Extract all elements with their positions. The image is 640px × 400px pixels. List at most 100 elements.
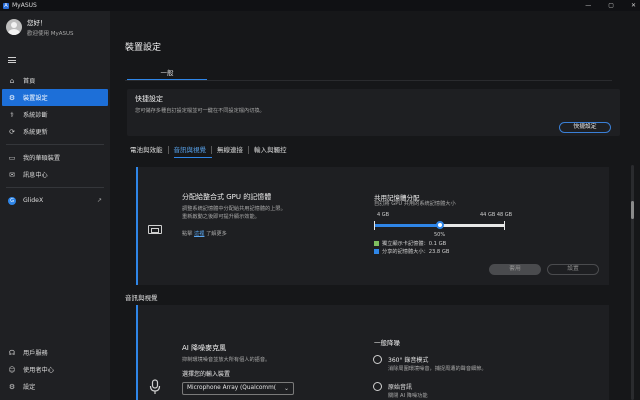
learn-more-prefix: 點擊 [182, 231, 193, 237]
sliders-icon: ⚙ [8, 93, 16, 102]
sidebar-item-customer-service[interactable]: ☊ 用戶服務 [0, 344, 110, 361]
radio-360-mode[interactable] [373, 355, 382, 364]
reset-button[interactable]: 設置 [547, 264, 599, 275]
sidebar: 您好！ 歡迎使用 MyASUS ⌂ 首頁 ⚙ 裝置設定 ⚕ 系統診斷 ⟳ 系統更… [0, 11, 110, 400]
sidebar-item-label: 設定 [23, 384, 36, 391]
legend-shared: 分享的記憶體大小：23.8 GB [374, 248, 449, 255]
subtab-indicator [174, 157, 212, 158]
slider-tick [374, 221, 375, 230]
quick-settings-title: 快捷設定 [135, 95, 163, 103]
sidebar-item-my-devices[interactable]: ▭ 我的華碩裝置 [0, 149, 110, 166]
slider-handle[interactable] [435, 221, 444, 229]
slider-max-label: 44 GB 48 GB [480, 212, 513, 218]
tab-battery-performance[interactable]: 電池與效能 [125, 145, 168, 155]
sidebar-item-label: 使用者中心 [23, 367, 54, 374]
user-greeting: 您好！ [27, 19, 47, 27]
tab-input-touch[interactable]: 輸入與觸控 [249, 145, 292, 155]
user-icon: ☺ [8, 365, 16, 374]
external-link-icon: ↗ [96, 197, 102, 204]
home-icon: ⌂ [9, 76, 15, 85]
slider-min-label: 4 GB [377, 212, 390, 218]
message-icon: ✉ [9, 170, 15, 179]
divider [6, 187, 104, 188]
divider [125, 80, 612, 81]
user-profile[interactable]: 您好！ 歡迎使用 MyASUS [6, 17, 74, 37]
option-label: 原始音訊 [388, 384, 413, 391]
microphone-icon [149, 379, 161, 394]
sidebar-item-label: 我的華碩裝置 [23, 155, 61, 162]
quick-settings-button[interactable]: 快捷設定 [559, 122, 611, 133]
gpu-memory-desc: 重新啟動之後即可提升顯示效能。 [182, 214, 260, 220]
asus-logo-icon: A [3, 2, 9, 9]
sidebar-item-diagnostics[interactable]: ⚕ 系統診斷 [0, 106, 110, 123]
glidex-icon: G [8, 196, 16, 205]
option-desc: 關閉 AI 降噪功能 [388, 393, 428, 399]
gear-icon: ⚙ [8, 382, 16, 391]
avatar[interactable] [6, 19, 22, 35]
sidebar-item-home[interactable]: ⌂ 首頁 [0, 72, 110, 89]
welcome-text: 歡迎使用 MyASUS [27, 31, 74, 37]
option-label: 360° 錄音模式 [388, 357, 429, 364]
subtabs: 電池與效能 音訊與視覺 無線連接 輸入與觸控 [125, 145, 292, 155]
divider [6, 144, 104, 145]
update-icon: ⟳ [9, 127, 15, 136]
noise-reduction-title: 一般降噪 [374, 339, 400, 347]
title-bar: A MyASUS — ▢ ✕ [0, 0, 640, 11]
sidebar-item-settings[interactable]: ⚙ 設定 [0, 378, 110, 395]
section-label: 音訊與視覺 [125, 294, 158, 302]
sidebar-item-system-update[interactable]: ⟳ 系統更新 [0, 123, 110, 140]
quick-settings-card: 快捷設定 您可儲存多種自訂設定檔並可一鍵在不同設定檔內切換。 快捷設定 [127, 89, 620, 136]
sidebar-item-label: 首頁 [23, 78, 36, 85]
gpu-memory-title: 分配給整合式 GPU 的記憶體 [182, 193, 272, 201]
app-title: MyASUS [12, 2, 37, 9]
sidebar-item-label: 系統更新 [23, 129, 48, 136]
legend-swatch [374, 241, 379, 246]
scrollbar-thumb[interactable] [631, 201, 634, 219]
close-button[interactable]: ✕ [631, 0, 636, 11]
slider-tick [504, 221, 505, 230]
ai-noise-title: AI 降噪麥克風 [182, 344, 227, 352]
tab-wireless[interactable]: 無線連接 [212, 145, 248, 155]
tab-audio-visual[interactable]: 音訊與視覺 [169, 145, 212, 155]
chevron-down-icon: ⌄ [283, 385, 289, 392]
legend-swatch [374, 249, 379, 254]
learn-more-link[interactable]: 這裡 [194, 231, 204, 237]
sidebar-item-label: GlideX [23, 197, 44, 204]
memory-slider[interactable] [374, 221, 505, 231]
apply-button[interactable]: 套用 [489, 264, 541, 275]
slider-percent: 50% [434, 232, 446, 238]
maximize-button[interactable]: ▢ [608, 0, 614, 11]
page-title: 裝置設定 [125, 43, 162, 53]
radio-raw-audio[interactable] [373, 382, 382, 391]
sidebar-item-device-settings[interactable]: ⚙ 裝置設定 [2, 89, 108, 106]
ai-noise-card: AI 降噪麥克風 抑制環境噪音並放大所有個人的語音。 選擇您的輸入裝置 Micr… [136, 305, 609, 400]
memory-allocation-desc: 自訂將 GPU 共用的系統記憶體大小 [374, 201, 456, 207]
sidebar-item-label: 系統診斷 [23, 112, 48, 119]
sidebar-item-label: 訊息中心 [23, 172, 48, 179]
input-device-label: 選擇您的輸入裝置 [182, 371, 231, 378]
sidebar-item-label: 裝置設定 [23, 95, 48, 102]
quick-settings-desc: 您可儲存多種自訂設定檔並可一鍵在不同設定檔內切換。 [135, 108, 265, 114]
option-desc: 消除周圍環境噪音，捕捉周遭的聲音細節。 [388, 366, 487, 372]
headset-icon: ☊ [8, 348, 16, 357]
legend-dedicated: 獨立顯示卡記憶體：0.1 GB [374, 240, 446, 247]
menu-icon[interactable] [8, 57, 16, 63]
sidebar-item-glidex[interactable]: G GlideX ↗ [0, 192, 110, 209]
sidebar-item-user-center[interactable]: ☺ 使用者中心 [0, 361, 110, 378]
minimize-button[interactable]: — [585, 0, 591, 11]
main-content: 裝置設定 一般 快捷設定 您可儲存多種自訂設定檔並可一鍵在不同設定檔內切換。 快… [110, 11, 640, 400]
input-device-select[interactable]: Microphone Array (Qualcomm( ⌄ [182, 382, 294, 395]
gpu-memory-desc: 調整系統記憶體中分配給共用記憶體的上限。 [182, 206, 286, 212]
sidebar-item-label: 用戶服務 [23, 350, 48, 357]
ai-noise-desc: 抑制環境噪音並放大所有個人的語音。 [182, 357, 271, 363]
gpu-memory-card: 分配給整合式 GPU 的記憶體 調整系統記憶體中分配給共用記憶體的上限。 重新啟… [136, 167, 609, 285]
tab-general[interactable]: 一般 [127, 67, 207, 77]
slider-fill [374, 224, 440, 227]
diagnose-icon: ⚕ [10, 110, 14, 119]
tab-indicator [127, 79, 207, 80]
input-device-value: Microphone Array (Qualcomm( [187, 385, 276, 391]
device-icon: ▭ [8, 153, 16, 162]
sidebar-item-messages[interactable]: ✉ 訊息中心 [0, 166, 110, 183]
learn-more-suffix: 了解更多 [206, 231, 227, 237]
gpu-memory-icon [148, 225, 162, 234]
